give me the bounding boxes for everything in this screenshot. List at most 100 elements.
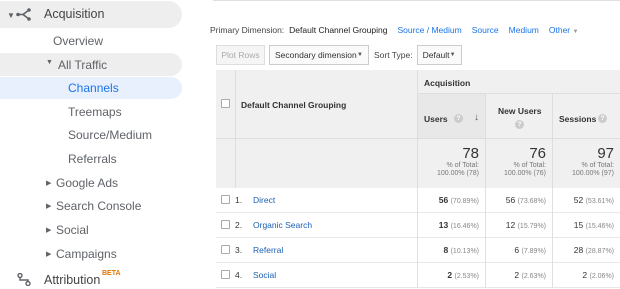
sessions-cell: 52 (53.61%): [552, 195, 620, 205]
users-pct: (10.13%): [450, 248, 479, 255]
new-users-label: New Users: [498, 106, 542, 116]
users-cell: 8 (10.13%): [417, 245, 485, 255]
new-users-pct: (2.63%): [521, 273, 546, 280]
help-icon[interactable]: ?: [598, 114, 607, 123]
checkbox-column: [216, 70, 236, 188]
sidebar-item-label: Attribution: [44, 273, 101, 287]
channel-link[interactable]: Social: [253, 270, 276, 280]
primary-dimension-bar: Primary Dimension: Default Channel Groupi…: [210, 25, 578, 35]
users-value: 13: [438, 220, 449, 230]
sessions-value: 2: [582, 270, 588, 280]
divider: [213, 0, 620, 1]
table-row[interactable]: 3. Referral 8 (10.13%) 6 (7.89%) 28 (28.…: [216, 238, 620, 263]
report-panel: Primary Dimension: Default Channel Groupi…: [203, 0, 620, 289]
users-pct: (16.46%): [450, 223, 479, 230]
caret-right-icon: ▶: [46, 203, 52, 210]
total-sessions-detail: 100.00% (97): [571, 170, 614, 177]
table-row[interactable]: 2. Organic Search 13 (16.46%) 12 (15.79%…: [216, 213, 620, 238]
sidebar-item-referrals[interactable]: Referrals: [68, 148, 117, 170]
total-users: 78 % of Total: 100.00% (78): [417, 139, 485, 188]
dimension-column-header[interactable]: Default Channel Grouping: [241, 100, 346, 110]
dimension-other-dropdown[interactable]: Other ▼: [549, 25, 579, 35]
users-column-header[interactable]: Users ? ↓: [417, 94, 485, 138]
beta-badge: BETA: [102, 270, 121, 277]
channel-link[interactable]: Organic Search: [253, 220, 312, 230]
sidebar-item-label: Search Console: [56, 199, 142, 213]
sidebar: ▼ Acquisition Overview ▼ All Traffic Cha…: [0, 0, 192, 289]
sidebar-item-source-medium[interactable]: Source/Medium: [68, 124, 152, 146]
sidebar-item-attribution[interactable]: Attribution BETA: [0, 268, 192, 289]
sidebar-item-campaigns[interactable]: ▶ Campaigns: [46, 243, 117, 265]
users-cell: 56 (70.89%): [417, 195, 485, 205]
sidebar-item-label: Channels: [68, 81, 119, 95]
sidebar-item-label: Source/Medium: [68, 128, 153, 142]
dimension-other-label: Other: [548, 25, 571, 35]
new-users-value: 56: [505, 195, 516, 205]
sidebar-item-label: Social: [56, 223, 89, 237]
caret-right-icon: ▶: [46, 251, 52, 258]
users-value: 2: [447, 270, 453, 280]
users-cell: 13 (16.46%): [417, 220, 485, 230]
secondary-dimension-label: Secondary dimension: [275, 49, 357, 60]
dimension-link-source[interactable]: Source: [472, 25, 499, 35]
sessions-pct: (28.87%): [585, 248, 614, 255]
dimension-link-source-medium[interactable]: Source / Medium: [397, 25, 461, 35]
channel-link[interactable]: Referral: [253, 245, 283, 255]
help-icon[interactable]: ?: [515, 120, 524, 129]
row-index: 2.: [235, 220, 243, 230]
sidebar-item-acquisition[interactable]: ▼ Acquisition: [0, 1, 182, 28]
sidebar-item-social[interactable]: ▶ Social: [46, 219, 89, 241]
table-row[interactable]: 1. Direct 56 (70.89%) 56 (73.68%) 52 (53…: [216, 188, 620, 213]
new-users-cell: 56 (73.68%): [485, 195, 552, 205]
row-checkbox[interactable]: [221, 195, 230, 204]
sidebar-item-label: Treemaps: [68, 105, 122, 119]
table-row[interactable]: 4. Social 2 (2.53%) 2 (2.63%) 2 (2.06%): [216, 263, 620, 288]
sidebar-item-label: Google Ads: [56, 176, 119, 190]
acquisition-label: Acquisition: [424, 78, 471, 88]
new-users-pct: (7.89%): [521, 248, 546, 255]
sidebar-item-search-console[interactable]: ▶ Search Console: [46, 195, 141, 217]
new-users-cell: 6 (7.89%): [485, 245, 552, 255]
primary-dimension-selected: Default Channel Grouping: [289, 25, 388, 35]
new-users-pct: (15.79%): [517, 223, 546, 230]
sidebar-item-label: Referrals: [68, 152, 117, 166]
sidebar-item-label: Campaigns: [56, 247, 117, 261]
users-value: 8: [443, 245, 449, 255]
primary-dimension-label: Primary Dimension:: [210, 25, 285, 35]
row-checkbox[interactable]: [221, 270, 230, 279]
sidebar-item-label: All Traffic: [58, 58, 108, 72]
dimension-link-medium[interactable]: Medium: [509, 25, 539, 35]
channel-link[interactable]: Direct: [253, 195, 275, 205]
sessions-pct: (53.61%): [585, 198, 614, 205]
new-users-pct: (73.68%): [517, 198, 546, 205]
new-users-value: 2: [514, 270, 520, 280]
caret-right-icon: ▶: [46, 180, 52, 187]
help-icon[interactable]: ?: [454, 114, 463, 123]
total-new-users-value: 76: [529, 145, 546, 162]
sessions-value: 52: [573, 195, 584, 205]
row-checkbox[interactable]: [221, 220, 230, 229]
total-new-users-pct-label: % of Total:: [513, 162, 546, 169]
secondary-dimension-dropdown[interactable]: Secondary dimension ▼: [269, 44, 369, 65]
total-sessions-value: 97: [597, 145, 614, 162]
sidebar-item-google-ads[interactable]: ▶ Google Ads: [46, 172, 118, 194]
new-users-value: 12: [505, 220, 516, 230]
total-sessions-pct-label: % of Total:: [581, 162, 614, 169]
sidebar-item-channels[interactable]: Channels: [0, 77, 182, 99]
sessions-value: 28: [573, 245, 584, 255]
analytics-page: ▼ Acquisition Overview ▼ All Traffic Cha…: [0, 0, 620, 289]
row-checkbox[interactable]: [221, 245, 230, 254]
plot-rows-button[interactable]: Plot Rows: [216, 44, 265, 65]
new-users-value: 6: [514, 245, 520, 255]
caret-down-icon: ▼: [46, 59, 53, 66]
sidebar-item-treemaps[interactable]: Treemaps: [68, 101, 122, 123]
sessions-pct: (15.46%): [585, 223, 614, 230]
sidebar-item-all-traffic[interactable]: ▼ All Traffic: [0, 53, 182, 76]
sort-type-label: Sort Type:: [374, 49, 413, 60]
sessions-cell: 2 (2.06%): [552, 270, 620, 280]
select-all-checkbox[interactable]: [221, 99, 230, 108]
sidebar-item-overview[interactable]: Overview: [53, 30, 103, 52]
sessions-column-header[interactable]: Sessions ?: [552, 94, 620, 138]
new-users-column-header[interactable]: New Users ?: [485, 94, 552, 138]
sort-type-dropdown[interactable]: Default ▼: [416, 44, 462, 65]
